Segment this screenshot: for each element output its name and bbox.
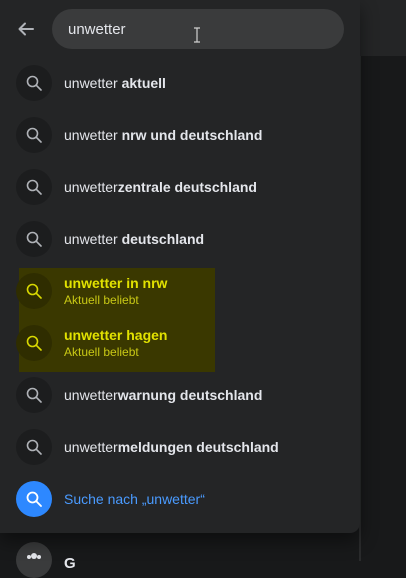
trending-suggestion-item[interactable]: unwetter hagen Aktuell beliebt (8, 317, 352, 369)
search-input[interactable] (68, 20, 298, 38)
suggestion-label: unwetter nrw und deutschland (64, 127, 263, 143)
suggestion-label: unwetter deutschland (64, 231, 205, 247)
search-icon (16, 169, 52, 205)
background-list-label: G (64, 555, 76, 572)
search-dropdown: unwetter aktuell unwetter nrw und deutsc… (0, 0, 360, 533)
suggestion-label: unwetterwarnung deutschland (64, 387, 263, 403)
suggestion-item[interactable]: unwettermeldungen deutschland (8, 421, 352, 473)
suggestion-item[interactable]: unwetter aktuell (8, 57, 352, 109)
arrow-left-icon (18, 22, 34, 36)
search-icon (16, 273, 52, 309)
trending-subtitle: Aktuell beliebt (64, 345, 139, 359)
suggestion-label: unwetterzentrale deutschland (64, 179, 257, 195)
search-icon (16, 481, 52, 517)
suggestion-item[interactable]: unwetterwarnung deutschland (8, 369, 352, 421)
search-for-item[interactable]: Suche nach „unwetter“ (8, 473, 352, 525)
suggestion-item[interactable]: unwetter deutschland (8, 213, 352, 265)
text-cursor-icon (194, 27, 200, 43)
suggestion-item[interactable]: unwetterzentrale deutschland (8, 161, 352, 213)
search-icon (16, 221, 52, 257)
trending-title: unwetter in nrw (64, 275, 168, 291)
trending-subtitle: Aktuell beliebt (64, 293, 139, 307)
group-icon (27, 553, 41, 559)
search-icon (16, 429, 52, 465)
suggestion-label: unwetter aktuell (64, 75, 166, 91)
search-icon (16, 377, 52, 413)
search-icon (16, 117, 52, 153)
trending-suggestion-item[interactable]: unwetter in nrw Aktuell beliebt (8, 265, 352, 317)
search-for-label: Suche nach „unwetter“ (64, 491, 205, 507)
search-icon (16, 325, 52, 361)
suggestion-item[interactable]: unwetter nrw und deutschland (8, 109, 352, 161)
suggestion-label: unwettermeldungen deutschland (64, 439, 279, 455)
trending-title: unwetter hagen (64, 327, 168, 343)
search-icon (16, 65, 52, 101)
back-button[interactable] (10, 13, 42, 45)
